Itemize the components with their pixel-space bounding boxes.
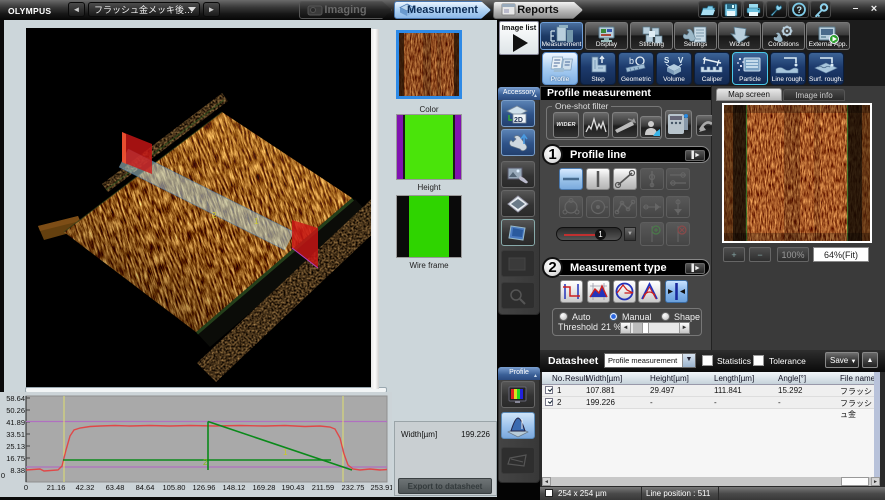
svg-text:190.43: 190.43 <box>282 483 305 492</box>
svg-text:211.59: 211.59 <box>312 483 334 492</box>
svg-text:105.80: 105.80 <box>163 483 186 492</box>
svg-text:V: V <box>678 56 684 65</box>
svg-text:84.64: 84.64 <box>136 483 155 492</box>
svg-text:2: 2 <box>212 211 217 220</box>
svg-text:1: 1 <box>283 448 288 457</box>
svg-text:58.64: 58.64 <box>6 394 25 403</box>
svg-text:b: b <box>629 56 634 66</box>
svg-text:1: 1 <box>254 217 259 226</box>
svg-text:2: 2 <box>203 458 208 467</box>
svg-text:33.51: 33.51 <box>6 430 25 439</box>
svg-text:232.75: 232.75 <box>342 483 365 492</box>
svg-text:169.28: 169.28 <box>253 483 276 492</box>
svg-text:8.38: 8.38 <box>10 466 25 475</box>
svg-text:63.48: 63.48 <box>106 483 125 492</box>
svg-text:2D: 2D <box>514 117 523 124</box>
svg-text:16.75: 16.75 <box>6 454 25 463</box>
svg-text:126.96: 126.96 <box>193 483 216 492</box>
svg-text:0: 0 <box>1 471 5 480</box>
svg-text:25.13: 25.13 <box>6 442 25 451</box>
svg-text:41.89: 41.89 <box>6 418 25 427</box>
svg-text:50.26: 50.26 <box>6 406 25 415</box>
svg-text:0: 0 <box>24 483 28 492</box>
svg-text:?: ? <box>796 5 802 15</box>
svg-text:148.12: 148.12 <box>223 483 246 492</box>
svg-text:253.91: 253.91 <box>371 483 392 492</box>
svg-text:21.16: 21.16 <box>47 483 66 492</box>
svg-text:S: S <box>664 56 670 65</box>
svg-text:42.32: 42.32 <box>76 483 95 492</box>
